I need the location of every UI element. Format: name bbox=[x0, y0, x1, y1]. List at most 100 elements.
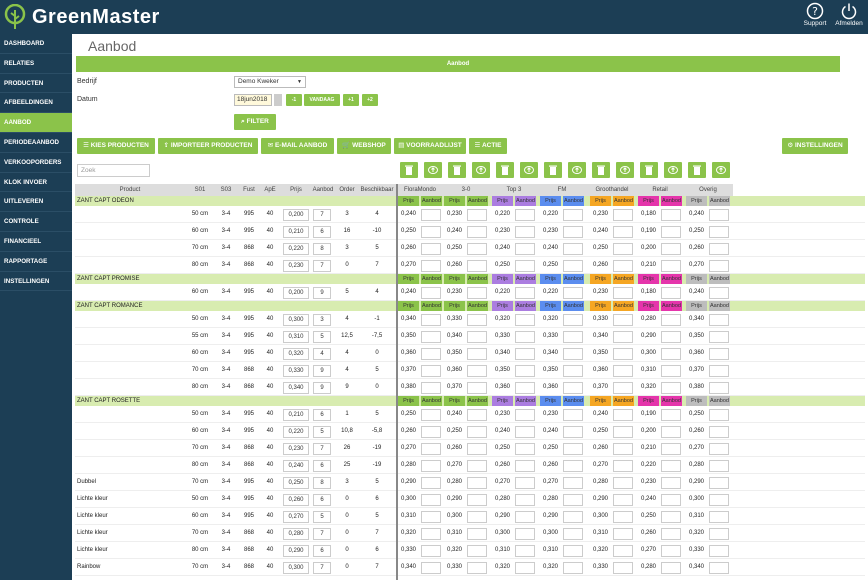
channel-offer-input[interactable] bbox=[563, 510, 583, 523]
channel-offer-input[interactable] bbox=[613, 259, 633, 272]
channel-offer-input[interactable] bbox=[563, 442, 583, 455]
price-input[interactable]: 0,290 bbox=[283, 544, 309, 557]
channel-offer-input[interactable] bbox=[661, 510, 681, 523]
channel-offer-input[interactable] bbox=[563, 347, 583, 360]
price-input[interactable]: 0,250 bbox=[283, 476, 309, 489]
channel-offer-input[interactable] bbox=[563, 459, 583, 472]
channel-offer-input[interactable] bbox=[563, 493, 583, 506]
day-plus2-button[interactable]: +2 bbox=[362, 94, 378, 106]
column-header[interactable]: Order bbox=[337, 184, 357, 196]
channel-offer-input[interactable] bbox=[515, 527, 535, 540]
channel-offer-input[interactable] bbox=[515, 544, 535, 557]
upload-button[interactable] bbox=[664, 162, 682, 178]
price-input[interactable]: 0,220 bbox=[283, 425, 309, 438]
channel-offer-input[interactable] bbox=[709, 544, 729, 557]
channel-offer-input[interactable] bbox=[709, 527, 729, 540]
price-input[interactable]: 0,230 bbox=[283, 442, 309, 455]
trash-button[interactable] bbox=[400, 162, 418, 178]
day-minus-button[interactable]: -1 bbox=[286, 94, 302, 106]
channel-offer-input[interactable] bbox=[709, 459, 729, 472]
channel-offer-input[interactable] bbox=[661, 259, 681, 272]
channel-offer-input[interactable] bbox=[421, 425, 441, 438]
trash-button[interactable] bbox=[448, 162, 466, 178]
channel-offer-input[interactable] bbox=[613, 286, 633, 299]
kies-producten-button[interactable]: ☰ KIES PRODUCTEN bbox=[77, 138, 155, 154]
column-header[interactable]: Prijs bbox=[283, 184, 309, 196]
sidebar-item-instellingen[interactable]: INSTELLINGEN bbox=[0, 272, 72, 292]
channel-offer-input[interactable] bbox=[613, 364, 633, 377]
price-input[interactable]: 0,200 bbox=[283, 208, 309, 221]
channel-offer-input[interactable] bbox=[563, 259, 583, 272]
channel-offer-input[interactable] bbox=[421, 208, 441, 221]
channel-offer-input[interactable] bbox=[613, 330, 633, 343]
channel-offer-input[interactable] bbox=[661, 330, 681, 343]
price-input[interactable]: 0,330 bbox=[283, 364, 309, 377]
sidebar-item-afbeeldingen[interactable]: AFBEELDINGEN bbox=[0, 93, 72, 114]
channel-offer-input[interactable] bbox=[421, 259, 441, 272]
voorraadlijst-button[interactable]: ▤ VOORRAADLIJST bbox=[394, 138, 466, 154]
channel-offer-input[interactable] bbox=[467, 561, 487, 574]
channel-offer-input[interactable] bbox=[563, 381, 583, 394]
channel-offer-input[interactable] bbox=[515, 259, 535, 272]
offer-input[interactable]: 7 bbox=[313, 259, 331, 272]
email-aanbod-button[interactable]: ✉ E-MAIL AANBOD bbox=[261, 138, 334, 154]
sidebar-item-financieel[interactable]: FINANCIEEL bbox=[0, 232, 72, 252]
channel-offer-input[interactable] bbox=[563, 527, 583, 540]
channel-offer-input[interactable] bbox=[613, 347, 633, 360]
price-input[interactable]: 0,300 bbox=[283, 313, 309, 326]
importeer-producten-button[interactable]: ⇪ IMPORTEER PRODUCTEN bbox=[158, 138, 258, 154]
channel-offer-input[interactable] bbox=[467, 313, 487, 326]
offer-input[interactable]: 6 bbox=[313, 408, 331, 421]
date-input[interactable]: 18jun2018 bbox=[234, 94, 272, 106]
channel-offer-input[interactable] bbox=[613, 476, 633, 489]
channel-offer-input[interactable] bbox=[613, 510, 633, 523]
channel-offer-input[interactable] bbox=[515, 347, 535, 360]
channel-offer-input[interactable] bbox=[613, 493, 633, 506]
channel-offer-input[interactable] bbox=[661, 476, 681, 489]
channel-offer-input[interactable] bbox=[613, 208, 633, 221]
channel-offer-input[interactable] bbox=[709, 313, 729, 326]
channel-offer-input[interactable] bbox=[515, 459, 535, 472]
channel-offer-input[interactable] bbox=[515, 381, 535, 394]
channel-offer-input[interactable] bbox=[467, 208, 487, 221]
day-plus1-button[interactable]: +1 bbox=[343, 94, 359, 106]
channel-offer-input[interactable] bbox=[661, 544, 681, 557]
channel-offer-input[interactable] bbox=[467, 242, 487, 255]
bedrijf-select[interactable]: Demo Kweker ▼ bbox=[234, 76, 306, 88]
offer-input[interactable]: 7 bbox=[313, 442, 331, 455]
offer-input[interactable]: 8 bbox=[313, 476, 331, 489]
channel-offer-input[interactable] bbox=[467, 510, 487, 523]
price-input[interactable]: 0,340 bbox=[283, 381, 309, 394]
offer-input[interactable]: 5 bbox=[313, 330, 331, 343]
channel-offer-input[interactable] bbox=[515, 493, 535, 506]
channel-offer-input[interactable] bbox=[421, 476, 441, 489]
price-input[interactable]: 0,260 bbox=[283, 493, 309, 506]
channel-offer-input[interactable] bbox=[421, 459, 441, 472]
offer-input[interactable]: 7 bbox=[313, 561, 331, 574]
channel-offer-input[interactable] bbox=[515, 408, 535, 421]
column-header[interactable]: S01 bbox=[189, 184, 211, 196]
channel-offer-input[interactable] bbox=[709, 225, 729, 238]
channel-offer-input[interactable] bbox=[661, 425, 681, 438]
offer-input[interactable]: 7 bbox=[313, 208, 331, 221]
channel-offer-input[interactable] bbox=[515, 561, 535, 574]
calendar-button[interactable] bbox=[274, 94, 282, 106]
channel-offer-input[interactable] bbox=[421, 330, 441, 343]
column-header[interactable]: ApE bbox=[261, 184, 279, 196]
column-header[interactable]: Fust bbox=[239, 184, 259, 196]
search-input[interactable]: Zoek bbox=[77, 164, 150, 177]
channel-offer-input[interactable] bbox=[421, 510, 441, 523]
channel-offer-input[interactable] bbox=[421, 313, 441, 326]
today-button[interactable]: VANDAAG bbox=[304, 94, 340, 106]
channel-offer-input[interactable] bbox=[563, 330, 583, 343]
channel-offer-input[interactable] bbox=[563, 476, 583, 489]
channel-offer-input[interactable] bbox=[467, 442, 487, 455]
logout-button[interactable]: Afmelden bbox=[832, 2, 866, 27]
offer-input[interactable]: 6 bbox=[313, 493, 331, 506]
sidebar-item-dashboard[interactable]: DASHBOARD bbox=[0, 34, 72, 54]
upload-button[interactable] bbox=[712, 162, 730, 178]
channel-offer-input[interactable] bbox=[467, 476, 487, 489]
trash-button[interactable] bbox=[496, 162, 514, 178]
sidebar-item-periodeaanbod[interactable]: PERIODEAANBOD bbox=[0, 133, 72, 153]
channel-offer-input[interactable] bbox=[515, 286, 535, 299]
